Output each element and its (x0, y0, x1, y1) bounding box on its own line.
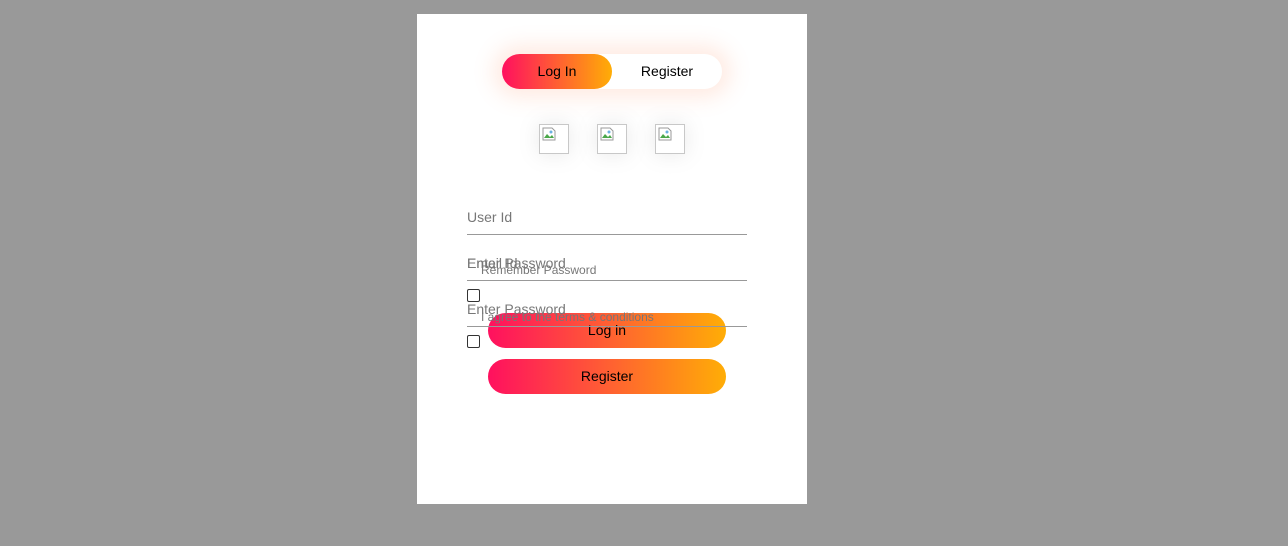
terms-label: I agree to the terms & conditions (481, 310, 654, 324)
form-card: Log In Register Remember Password Log (417, 14, 807, 504)
social-icon-2[interactable] (597, 124, 627, 154)
login-user-id-input[interactable] (467, 198, 747, 235)
social-icon-1[interactable] (539, 124, 569, 154)
toggle-register-button[interactable]: Register (612, 54, 722, 89)
login-register-toggle: Log In Register (502, 54, 722, 89)
terms-row: I agree to the terms & conditions (467, 310, 747, 348)
register-submit-button[interactable]: Register (488, 359, 726, 394)
broken-image-icon (658, 127, 672, 141)
terms-checkbox[interactable] (467, 335, 480, 348)
broken-image-icon (600, 127, 614, 141)
social-icon-3[interactable] (655, 124, 685, 154)
broken-image-icon (542, 127, 556, 141)
register-email-input[interactable] (467, 244, 747, 281)
toggle-login-button[interactable]: Log In (502, 54, 612, 89)
